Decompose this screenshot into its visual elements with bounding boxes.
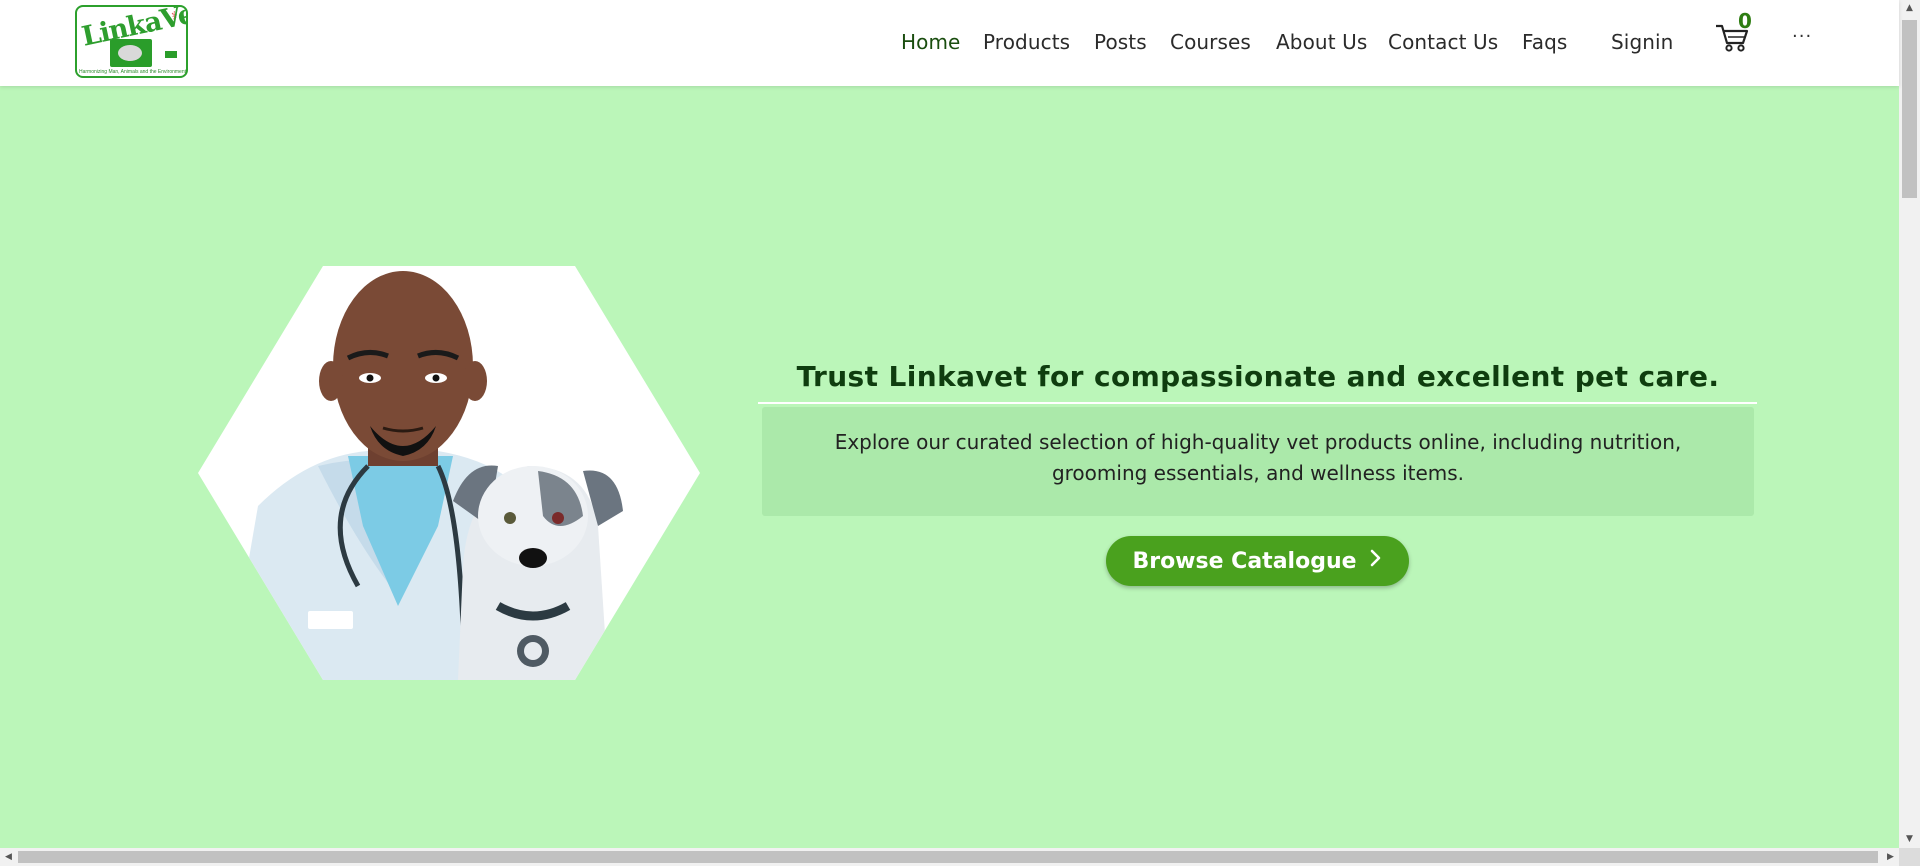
nav-products[interactable]: Products [983,30,1070,54]
logo-tagline: Harmonizing Man, Animals and the Environ… [79,69,186,75]
logo-badge [165,51,177,58]
hero-illustration [198,266,700,680]
scroll-right-icon[interactable]: ▶ [1882,848,1899,866]
scroll-left-icon[interactable]: ◀ [0,848,17,866]
hero-description: Explore our curated selection of high-qu… [834,430,1682,485]
scroll-down-icon[interactable]: ▼ [1899,831,1920,848]
nav-faqs[interactable]: Faqs [1522,30,1567,54]
scrollbar-corner [1899,848,1920,866]
cart-count-badge: 0 [1738,9,1752,33]
logo-animal-icon [110,39,152,67]
nav-signin[interactable]: Signin [1611,30,1673,54]
headline-divider [758,402,1757,404]
horizontal-scroll-thumb[interactable] [18,851,1878,863]
scroll-up-icon[interactable]: ▲ [1899,0,1920,17]
horizontal-scrollbar[interactable]: ◀ ▶ [0,848,1899,866]
browse-catalogue-button[interactable]: Browse Catalogue [1106,536,1409,586]
vertical-scrollbar[interactable]: ▲ ▼ [1899,0,1920,848]
nav-posts[interactable]: Posts [1094,30,1147,54]
nav-contact-us[interactable]: Contact Us [1388,30,1498,54]
nav-about-us[interactable]: About Us [1276,30,1367,54]
browse-catalogue-label: Browse Catalogue [1132,548,1357,574]
nav-home[interactable]: Home [901,30,960,54]
logo[interactable]: ⚕ LinkaVet Harmonizing Man, Animals and … [75,5,188,78]
hero-headline: Trust Linkavet for compassionate and exc… [796,360,1720,393]
hero-description-box: Explore our curated selection of high-qu… [762,407,1754,516]
chevron-right-icon [1369,548,1383,574]
more-menu-icon[interactable]: ··· [1792,26,1812,47]
site-header: ⚕ LinkaVet Harmonizing Man, Animals and … [0,0,1899,86]
nav-courses[interactable]: Courses [1170,30,1251,54]
vet-with-dog-illustration [198,266,700,680]
vertical-scroll-thumb[interactable] [1902,20,1917,198]
